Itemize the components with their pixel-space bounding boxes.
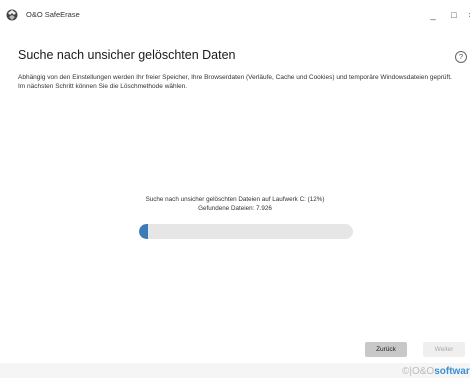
brand-name: softwar (434, 366, 470, 377)
scan-progress-fill (139, 224, 148, 239)
next-button[interactable]: Weiter (423, 342, 465, 357)
page-title: Suche nach unsicher gelöschten Daten (18, 48, 236, 62)
page-description: Abhängig von den Einstellungen werden Ih… (18, 74, 452, 90)
app-title: O&O SafeErase (26, 10, 80, 19)
brand-prefix: ©|O&O (402, 366, 435, 377)
help-icon[interactable]: ? (455, 51, 467, 63)
title-bar: O&O SafeErase _ □ × (0, 0, 470, 30)
minimize-button[interactable]: _ (425, 7, 441, 23)
app-logo-icon (6, 9, 18, 21)
brand-logo: ©|O&Osoftwar (402, 366, 470, 378)
scan-status-text: Suche nach unsicher gelöschten Dateien a… (145, 196, 325, 203)
close-button[interactable]: × (463, 7, 470, 23)
back-button[interactable]: Zurück (365, 342, 407, 357)
app-window: O&O SafeErase _ □ × Suche nach unsicher … (0, 0, 470, 378)
footer-bar (0, 363, 470, 378)
scan-progress-bar (139, 224, 353, 239)
maximize-button[interactable]: □ (446, 7, 462, 23)
files-found-text: Gefundene Dateien: 7.926 (198, 205, 272, 212)
